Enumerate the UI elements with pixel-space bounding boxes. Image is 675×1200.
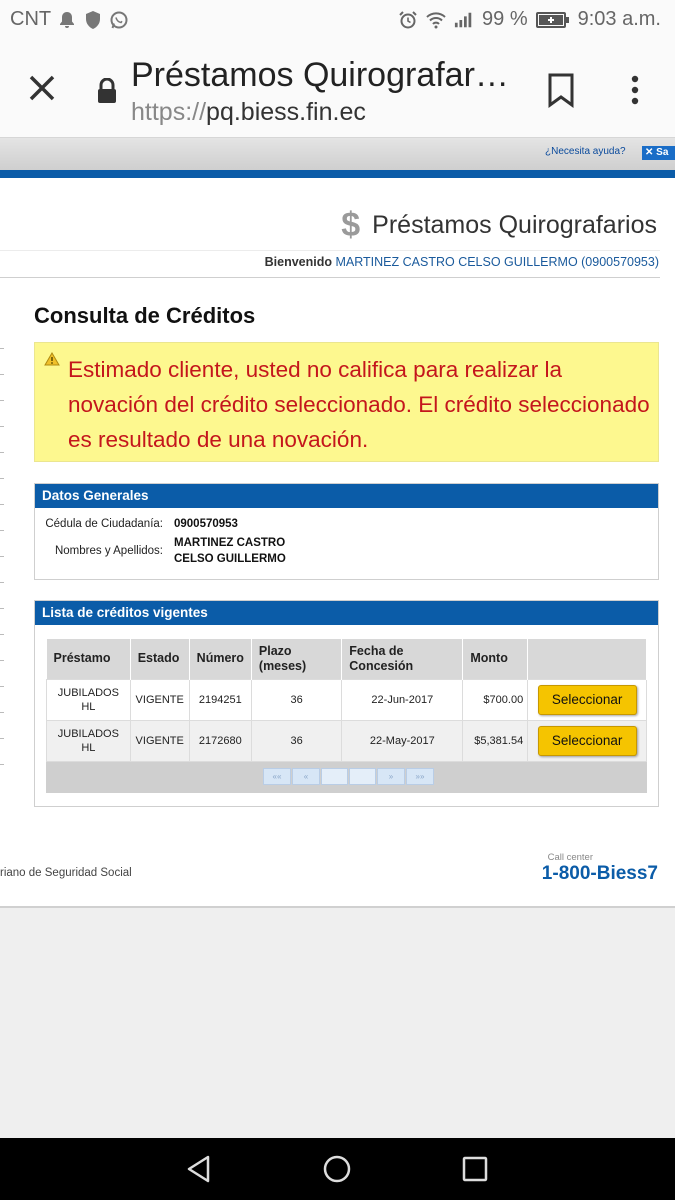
cell-plazo: 36 [250, 678, 343, 721]
pager-next-button[interactable]: » [377, 768, 405, 785]
shield-icon [86, 10, 101, 29]
column-header[interactable]: Estado [130, 639, 190, 679]
creditos-panel: Lista de créditos vigentes Préstamo Esta… [34, 600, 659, 807]
nombres-label: Nombres y Apellidos: [54, 545, 163, 557]
cell-estado: VIGENTE [129, 678, 190, 721]
footer-institution: riano de Seguridad Social [0, 867, 132, 879]
recents-icon[interactable] [460, 1154, 490, 1184]
url-host: pq.biess.fin.ec [206, 98, 366, 126]
cell-numero: 2172680 [188, 719, 252, 762]
alert-message: Estimado cliente, usted no califica para… [68, 357, 650, 452]
navigation-bar [0, 1138, 675, 1200]
call-center-label: Call center [547, 852, 593, 863]
battery-percent: 99 % [482, 8, 528, 30]
bookmark-icon[interactable] [546, 72, 576, 108]
call-center-number[interactable]: 1-800-Biess7 [542, 863, 658, 885]
help-strip: ¿Necesita ayuda? ✕ Sa [0, 138, 675, 170]
table-pager: «« « » »» [46, 762, 647, 793]
header-divider [0, 170, 675, 178]
column-header[interactable]: Fecha de Concesión [341, 639, 464, 679]
table-row: JUBILADOS HL VIGENTE 2172680 36 22-May-2… [46, 719, 647, 762]
help-link[interactable]: ¿Necesita ayuda? [545, 146, 626, 157]
left-menu-edge [0, 348, 4, 790]
url-display[interactable]: https://pq.biess.fin.ec [131, 98, 366, 127]
datos-generales-panel: Datos Generales Cédula de Ciudadanía: 09… [34, 483, 659, 580]
pager-prev-button[interactable]: « [292, 768, 320, 785]
cell-monto: $5,381.54 [462, 719, 529, 762]
panel-title: Lista de créditos vigentes [35, 601, 658, 625]
warning-icon [44, 352, 60, 366]
cell-action: Seleccionar [527, 719, 647, 762]
home-icon[interactable] [322, 1154, 352, 1184]
whatsapp-icon [110, 11, 128, 28]
cell-numero: 2194251 [188, 678, 252, 721]
divider [0, 250, 660, 251]
close-icon[interactable] [22, 68, 62, 108]
welcome-label: Bienvenido [264, 255, 333, 269]
site-title: Préstamos Quirografarios [372, 211, 657, 239]
user-name-link[interactable]: MARTINEZ CASTRO CELSO GUILLERMO (0900570… [336, 255, 660, 269]
divider [0, 277, 660, 278]
cell-prestamo: JUBILADOS HL [46, 678, 131, 721]
cell-action: Seleccionar [527, 678, 647, 721]
creditos-table: Préstamo Estado Número Plazo (meses) Fec… [46, 639, 647, 762]
table-row: JUBILADOS HL VIGENTE 2194251 36 22-Jun-2… [46, 678, 647, 721]
page-bottom-edge [0, 906, 675, 908]
seleccionar-button[interactable]: Seleccionar [537, 684, 637, 715]
page-title: Préstamos Quirografarios [131, 56, 511, 94]
table-header-row: Préstamo Estado Número Plazo (meses) Fec… [46, 639, 647, 679]
cell-prestamo: JUBILADOS HL [46, 719, 131, 762]
column-header[interactable]: Préstamo [46, 639, 131, 679]
pager-last-button[interactable]: »» [406, 768, 434, 785]
carrier-label: CNT [10, 8, 52, 30]
column-header [527, 639, 647, 679]
page-content: $ Préstamos Quirografarios Bienvenido MA… [0, 178, 675, 908]
nombres-value-line1: MARTINEZ CASTRO [174, 537, 286, 549]
cell-fecha: 22-May-2017 [341, 719, 464, 762]
battery-icon [535, 11, 569, 28]
more-vert-icon[interactable] [624, 72, 646, 108]
pager-page-input[interactable] [321, 768, 348, 785]
cell-monto: $700.00 [462, 678, 529, 721]
url-scheme: https:// [131, 98, 207, 126]
close-help-button[interactable]: ✕ Sa [642, 146, 675, 160]
pager-first-button[interactable]: «« [263, 768, 291, 785]
page-heading: Consulta de Créditos [34, 303, 256, 328]
back-icon[interactable] [184, 1154, 214, 1184]
cedula-value: 0900570953 [174, 518, 238, 530]
cedula-label: Cédula de Ciudadanía: [45, 518, 163, 530]
notification-bell-icon [60, 11, 75, 28]
wifi-icon [426, 11, 446, 28]
column-header[interactable]: Número [189, 639, 252, 679]
nombres-value-line2: CELSO GUILLERMO [174, 553, 286, 565]
signal-icon [454, 12, 472, 27]
alarm-icon [399, 10, 417, 28]
cell-plazo: 36 [250, 719, 343, 762]
dollar-icon: $ [341, 206, 361, 244]
clock: 9:03 a.m. [577, 8, 661, 30]
cell-estado: VIGENTE [129, 719, 190, 762]
site-header: $ Préstamos Quirografarios [341, 206, 657, 245]
welcome-line: Bienvenido MARTINEZ CASTRO CELSO GUILLER… [265, 255, 659, 269]
column-header[interactable]: Plazo (meses) [251, 639, 343, 679]
panel-title: Datos Generales [35, 484, 658, 508]
lock-icon [98, 78, 116, 103]
status-bar: CNT 99 % 9:03 a.m. [0, 0, 675, 42]
warning-alert: Estimado cliente, usted no califica para… [34, 342, 659, 462]
pager-page-count [349, 768, 376, 785]
column-header[interactable]: Monto [462, 639, 529, 679]
browser-toolbar: Préstamos Quirografarios https://pq.bies… [0, 42, 675, 138]
seleccionar-button[interactable]: Seleccionar [537, 725, 637, 756]
cell-fecha: 22-Jun-2017 [341, 678, 464, 721]
